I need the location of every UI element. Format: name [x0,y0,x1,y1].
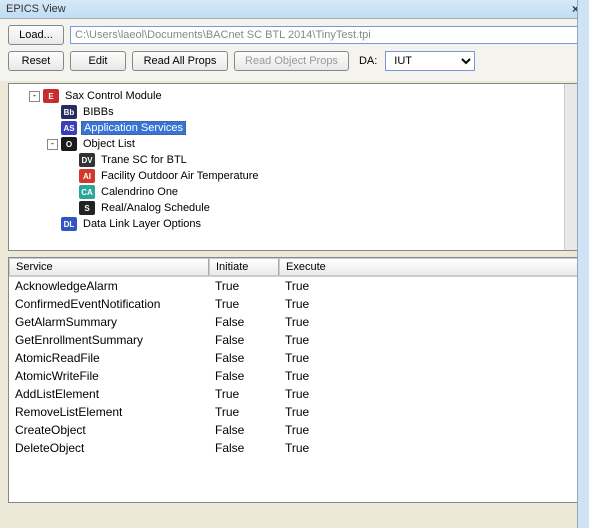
da-select[interactable]: IUT [385,51,475,71]
cell-execute: True [279,441,580,455]
cell-initiate: False [209,441,279,455]
tree-obj-s-label: Real/Analog Schedule [99,202,212,214]
cell-initiate: False [209,423,279,437]
col-service[interactable]: Service [9,258,209,276]
cell-execute: True [279,333,580,347]
cell-service: AcknowledgeAlarm [9,279,209,293]
read-object-props-button[interactable]: Read Object Props [234,51,349,71]
table-body: AcknowledgeAlarmTrueTrueConfirmedEventNo… [9,277,580,457]
reset-button[interactable]: Reset [8,51,64,71]
cell-execute: True [279,351,580,365]
cell-execute: True [279,387,580,401]
cell-service: AtomicWriteFile [9,369,209,383]
table-row[interactable]: AtomicWriteFileFalseTrue [9,367,580,385]
col-initiate[interactable]: Initiate [209,258,279,276]
read-all-props-button[interactable]: Read All Props [132,51,228,71]
service-table: Service Initiate Execute AcknowledgeAlar… [8,257,581,503]
table-row[interactable]: AcknowledgeAlarmTrueTrue [9,277,580,295]
tree-bibbs[interactable]: Bb BIBBs [47,104,578,120]
tree-obj-s[interactable]: S Real/Analog Schedule [65,200,578,216]
bibbs-icon: Bb [61,105,77,119]
cell-service: RemoveListElement [9,405,209,419]
tree-app-services[interactable]: AS Application Services [47,120,578,136]
table-row[interactable]: DeleteObjectFalseTrue [9,439,580,457]
cell-service: DeleteObject [9,441,209,455]
collapse-icon[interactable]: - [29,91,40,102]
edit-button[interactable]: Edit [70,51,126,71]
tree-root[interactable]: - E Sax Control Module [29,88,578,104]
cell-initiate: False [209,369,279,383]
tree-obj-dv-label: Trane SC for BTL [99,154,189,166]
load-button[interactable]: Load... [8,25,64,45]
analog-input-icon: AI [79,169,95,183]
cell-service: AtomicReadFile [9,351,209,365]
table-header: Service Initiate Execute [9,258,580,277]
path-input[interactable] [70,26,581,44]
tree-panel: - E Sax Control Module Bb BIBBs AS Appli… [8,83,581,251]
cell-service: GetEnrollmentSummary [9,333,209,347]
table-row[interactable]: GetAlarmSummaryFalseTrue [9,313,580,331]
tree-obj-ai-label: Facility Outdoor Air Temperature [99,170,261,182]
toolbar: Load... Reset Edit Read All Props Read O… [0,19,589,81]
tree-obj-ai[interactable]: AI Facility Outdoor Air Temperature [65,168,578,184]
tree-obj-ca-label: Calendrino One [99,186,180,198]
table-row[interactable]: CreateObjectFalseTrue [9,421,580,439]
cell-service: ConfirmedEventNotification [9,297,209,311]
cell-service: AddListElement [9,387,209,401]
tree-bibbs-label: BIBBs [81,106,116,118]
cell-execute: True [279,297,580,311]
tree-root-label: Sax Control Module [63,90,164,102]
collapse-icon[interactable]: - [47,139,58,150]
table-row[interactable]: AtomicReadFileFalseTrue [9,349,580,367]
window-title: EPICS View [6,3,66,15]
da-label: DA: [355,55,379,67]
title-bar: EPICS View × [0,0,589,19]
epics-icon: E [43,89,59,103]
device-icon: DV [79,153,95,167]
cell-initiate: True [209,297,279,311]
tree-data-link-label: Data Link Layer Options [81,218,203,230]
objlist-icon: O [61,137,77,151]
cell-initiate: True [209,279,279,293]
col-execute[interactable]: Execute [279,258,580,276]
schedule-icon: S [79,201,95,215]
tree-obj-dv[interactable]: DV Trane SC for BTL [65,152,578,168]
cell-initiate: True [209,405,279,419]
tree-object-list[interactable]: - O Object List [47,136,578,152]
cell-execute: True [279,405,580,419]
tree-obj-ca[interactable]: CA Calendrino One [65,184,578,200]
cell-initiate: False [209,351,279,365]
cell-execute: True [279,279,580,293]
cell-service: GetAlarmSummary [9,315,209,329]
cell-initiate: False [209,315,279,329]
table-row[interactable]: GetEnrollmentSummaryFalseTrue [9,331,580,349]
cell-initiate: True [209,387,279,401]
appsvc-icon: AS [61,121,77,135]
table-row[interactable]: RemoveListElementTrueTrue [9,403,580,421]
cell-execute: True [279,369,580,383]
tree-data-link[interactable]: DL Data Link Layer Options [47,216,578,232]
table-row[interactable]: AddListElementTrueTrue [9,385,580,403]
cell-initiate: False [209,333,279,347]
datalink-icon: DL [61,217,77,231]
cell-execute: True [279,423,580,437]
cell-execute: True [279,315,580,329]
tree-object-list-label: Object List [81,138,137,150]
cell-service: CreateObject [9,423,209,437]
right-border [577,0,589,528]
tree-app-services-label: Application Services [81,121,186,135]
calendar-icon: CA [79,185,95,199]
table-row[interactable]: ConfirmedEventNotificationTrueTrue [9,295,580,313]
